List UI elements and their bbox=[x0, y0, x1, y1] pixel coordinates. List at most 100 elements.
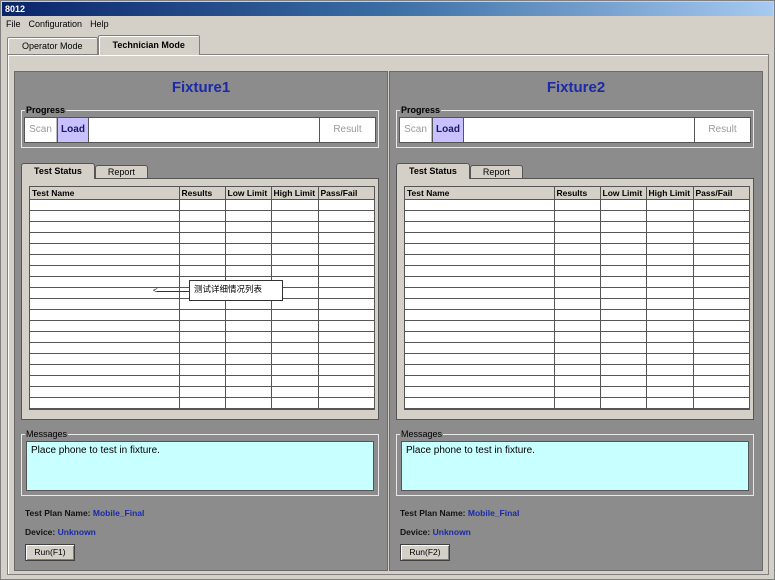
table-cell bbox=[271, 386, 319, 398]
progress-load-step: Load bbox=[57, 118, 89, 142]
table-row[interactable] bbox=[30, 386, 374, 398]
table-row[interactable] bbox=[405, 342, 749, 354]
table-cell bbox=[405, 320, 555, 332]
table-body bbox=[405, 199, 749, 409]
table-cell bbox=[693, 386, 749, 398]
table-row[interactable] bbox=[30, 232, 374, 244]
table-cell bbox=[554, 331, 601, 343]
table-row[interactable] bbox=[30, 375, 374, 387]
column-low-limit[interactable]: Low Limit bbox=[600, 187, 647, 200]
table-row[interactable] bbox=[30, 309, 374, 321]
table-row[interactable] bbox=[405, 199, 749, 211]
title-bar: 8012 bbox=[2, 2, 773, 16]
table-cell bbox=[693, 375, 749, 387]
table-cell bbox=[179, 353, 226, 365]
table-cell bbox=[271, 375, 319, 387]
table-cell bbox=[30, 364, 180, 376]
table-cell bbox=[271, 243, 319, 255]
column-high-limit[interactable]: High Limit bbox=[646, 187, 694, 200]
table-row[interactable] bbox=[405, 232, 749, 244]
table-cell bbox=[600, 364, 647, 376]
column-results[interactable]: Results bbox=[179, 187, 226, 200]
table-row[interactable] bbox=[30, 342, 374, 354]
run-f1-button[interactable]: Run(F1) bbox=[25, 544, 75, 561]
tab-test-status[interactable]: Test Status bbox=[21, 163, 95, 179]
table-cell bbox=[179, 221, 226, 233]
menu-configuration[interactable]: Configuration bbox=[29, 19, 83, 29]
table-row[interactable] bbox=[30, 331, 374, 343]
table-row[interactable] bbox=[30, 254, 374, 266]
table-row[interactable] bbox=[405, 320, 749, 332]
table-cell bbox=[600, 331, 647, 343]
table-row[interactable] bbox=[405, 309, 749, 321]
column-high-limit[interactable]: High Limit bbox=[271, 187, 319, 200]
column-low-limit[interactable]: Low Limit bbox=[225, 187, 272, 200]
table-row[interactable] bbox=[405, 397, 749, 409]
table-cell bbox=[225, 331, 272, 343]
table-cell bbox=[646, 353, 694, 365]
table-row[interactable] bbox=[30, 210, 374, 222]
column-results[interactable]: Results bbox=[554, 187, 601, 200]
column-pass-fail[interactable]: Pass/Fail bbox=[693, 187, 749, 200]
table-cell bbox=[318, 397, 374, 409]
table-row[interactable] bbox=[405, 276, 749, 288]
table-row[interactable] bbox=[30, 243, 374, 255]
tab-operator-mode[interactable]: Operator Mode bbox=[7, 37, 98, 55]
table-row[interactable] bbox=[405, 331, 749, 343]
table-row[interactable] bbox=[30, 199, 374, 211]
table-row[interactable] bbox=[405, 265, 749, 277]
table-cell bbox=[693, 243, 749, 255]
table-row[interactable] bbox=[405, 364, 749, 376]
table-row[interactable] bbox=[30, 221, 374, 233]
menu-help[interactable]: Help bbox=[90, 19, 109, 29]
table-row[interactable] bbox=[405, 386, 749, 398]
table-row[interactable] bbox=[405, 254, 749, 266]
table-cell bbox=[554, 375, 601, 387]
table-cell bbox=[554, 232, 601, 244]
table-cell bbox=[600, 232, 647, 244]
table-cell bbox=[30, 309, 180, 321]
menu-file[interactable]: File bbox=[6, 19, 21, 29]
table-row[interactable] bbox=[30, 353, 374, 365]
fixture-title: Fixture1 bbox=[171, 79, 231, 96]
table-cell bbox=[30, 397, 180, 409]
table-cell bbox=[693, 397, 749, 409]
table-cell bbox=[271, 331, 319, 343]
table-row[interactable] bbox=[405, 298, 749, 310]
table-cell bbox=[405, 298, 555, 310]
table-cell bbox=[600, 342, 647, 354]
column-test-name[interactable]: Test Name bbox=[30, 187, 180, 200]
table-row[interactable] bbox=[30, 397, 374, 409]
table-cell bbox=[179, 210, 226, 222]
table-cell bbox=[405, 309, 555, 321]
table-row[interactable] bbox=[30, 364, 374, 376]
tab-report[interactable]: Report bbox=[469, 165, 523, 179]
table-row[interactable] bbox=[30, 320, 374, 332]
tab-report[interactable]: Report bbox=[94, 165, 148, 179]
test-plan-info: Test Plan Name: Mobile_Final bbox=[400, 508, 519, 518]
run-f2-button[interactable]: Run(F2) bbox=[400, 544, 450, 561]
tab-technician-mode[interactable]: Technician Mode bbox=[97, 35, 200, 55]
table-row[interactable] bbox=[405, 210, 749, 222]
table-cell bbox=[30, 320, 180, 332]
table-row[interactable] bbox=[405, 221, 749, 233]
table-cell bbox=[179, 254, 226, 266]
test-results-grid[interactable]: Test Name Results Low Limit High Limit P… bbox=[404, 186, 750, 410]
device-label: Device: bbox=[400, 527, 431, 537]
table-cell bbox=[693, 232, 749, 244]
test-plan-info: Test Plan Name: Mobile_Final bbox=[25, 508, 144, 518]
tab-test-status[interactable]: Test Status bbox=[396, 163, 470, 179]
column-test-name[interactable]: Test Name bbox=[405, 187, 555, 200]
table-cell bbox=[271, 265, 319, 277]
table-cell bbox=[405, 364, 555, 376]
table-row[interactable] bbox=[405, 375, 749, 387]
table-row[interactable] bbox=[30, 265, 374, 277]
messages-label: Messages bbox=[25, 429, 69, 439]
column-pass-fail[interactable]: Pass/Fail bbox=[318, 187, 374, 200]
table-cell bbox=[405, 287, 555, 299]
table-header-row: Test Name Results Low Limit High Limit P… bbox=[405, 187, 749, 200]
table-row[interactable] bbox=[405, 353, 749, 365]
table-row[interactable] bbox=[405, 287, 749, 299]
table-row[interactable] bbox=[405, 243, 749, 255]
table-cell bbox=[600, 298, 647, 310]
